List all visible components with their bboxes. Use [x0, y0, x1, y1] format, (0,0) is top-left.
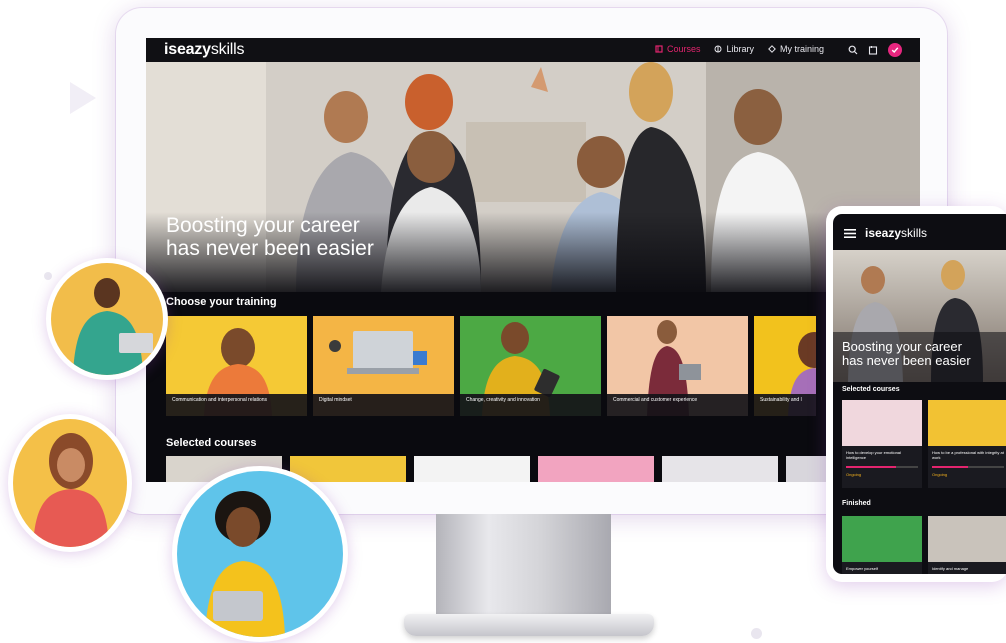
hero-title: Boosting your career has never been easi… — [166, 214, 374, 260]
course-card-thumbnail — [928, 400, 1006, 446]
decorative-triangle — [70, 82, 96, 114]
selected-courses-heading: Selected courses — [166, 437, 257, 449]
check-icon — [891, 47, 899, 54]
nav-item-courses[interactable]: Courses — [655, 44, 701, 54]
course-thumbnail[interactable] — [290, 456, 406, 482]
training-card[interactable]: Change, creativity and innovation — [460, 316, 601, 416]
course-card-title: How to be a professional with integrity … — [932, 450, 1004, 460]
mobile-app-logo[interactable]: iseazyskills — [865, 226, 927, 240]
learner-avatar-man-laptop — [46, 258, 168, 380]
mobile-nav-bar: iseazyskills — [833, 214, 1006, 250]
training-card[interactable]: Communication and interpersonal relation… — [166, 316, 307, 416]
course-card-title: Empower yourself — [842, 562, 922, 574]
training-card-label: Communication and interpersonal relation… — [166, 394, 307, 416]
nav-item-label: My training — [779, 44, 824, 54]
choose-training-heading: Choose your training — [166, 296, 277, 308]
courses-icon — [655, 45, 663, 53]
course-card-thumbnail — [842, 516, 922, 562]
mobile-finished-card[interactable]: Identify and manage — [928, 516, 1006, 574]
desktop-monitor: iseazyskills Courses Library My training — [116, 8, 947, 514]
training-card[interactable]: Digital mindset — [313, 316, 454, 416]
mobile-course-card[interactable]: How to develop your emotional intelligen… — [842, 400, 922, 488]
nav-item-library[interactable]: Library — [714, 44, 754, 54]
mobile-finished-card[interactable]: Empower yourself — [842, 516, 922, 574]
course-card-title: Identify and manage — [928, 562, 1006, 574]
training-card-label: Digital mindset — [313, 394, 454, 416]
course-thumbnail[interactable] — [538, 456, 654, 482]
course-card-status: Ongoing — [846, 472, 862, 477]
mobile-course-card[interactable]: How to be a professional with integrity … — [928, 400, 1006, 488]
hamburger-menu-icon[interactable] — [844, 229, 856, 238]
training-card[interactable]: Commercial and customer experience — [607, 316, 748, 416]
desktop-screen: iseazyskills Courses Library My training — [146, 38, 920, 482]
training-carousel: Communication and interpersonal relation… — [166, 316, 816, 416]
mobile-finished-heading: Finished — [842, 500, 871, 507]
nav-item-label: Library — [726, 44, 754, 54]
course-card-status: Ongoing — [932, 472, 948, 477]
course-card-thumbnail — [928, 516, 1006, 562]
training-card[interactable]: Sustainability and l — [754, 316, 816, 416]
training-icon — [768, 45, 776, 53]
bookmark-icon[interactable] — [868, 45, 878, 55]
training-card-label: Change, creativity and innovation — [460, 394, 601, 416]
decorative-dot — [44, 272, 52, 280]
course-card-thumbnail — [842, 400, 922, 446]
course-thumbnail[interactable] — [662, 456, 778, 482]
training-card-label: Sustainability and l — [754, 394, 816, 416]
mobile-hero-title: Boosting your career has never been easi… — [842, 339, 971, 368]
decorative-dot — [751, 628, 762, 639]
mobile-selected-courses-heading: Selected courses — [842, 386, 900, 393]
app-logo[interactable]: iseazyskills — [164, 41, 245, 59]
course-thumbnail[interactable] — [786, 456, 826, 482]
mobile-hero-banner: Boosting your career has never been easi… — [833, 250, 1006, 382]
learner-avatar-woman-phone — [8, 414, 132, 552]
nav-item-my-training[interactable]: My training — [768, 44, 824, 54]
top-navigation-bar: iseazyskills Courses Library My training — [146, 38, 920, 62]
nav-actions — [848, 43, 902, 57]
mobile-device: iseazyskills Boosting your career has ne… — [826, 206, 1006, 582]
learner-avatar-woman-laptop — [172, 466, 348, 642]
course-thumbnail[interactable] — [414, 456, 530, 482]
nav-menu: Courses Library My training — [655, 44, 824, 54]
notifications-check-icon[interactable] — [888, 43, 902, 57]
hero-banner: Boosting your career has never been easi… — [146, 62, 920, 292]
mobile-screen: iseazyskills Boosting your career has ne… — [833, 214, 1006, 574]
avatar-photo — [33, 433, 109, 547]
monitor-stand-base — [404, 614, 654, 636]
search-icon[interactable] — [848, 45, 858, 55]
avatar-photo — [73, 278, 153, 375]
avatar-photo — [205, 491, 285, 637]
course-card-title: How to develop your emotional intelligen… — [846, 450, 901, 460]
monitor-stand-neck — [436, 514, 611, 618]
library-icon — [714, 45, 722, 53]
training-card-label: Commercial and customer experience — [607, 394, 748, 416]
nav-item-label: Courses — [666, 44, 701, 54]
